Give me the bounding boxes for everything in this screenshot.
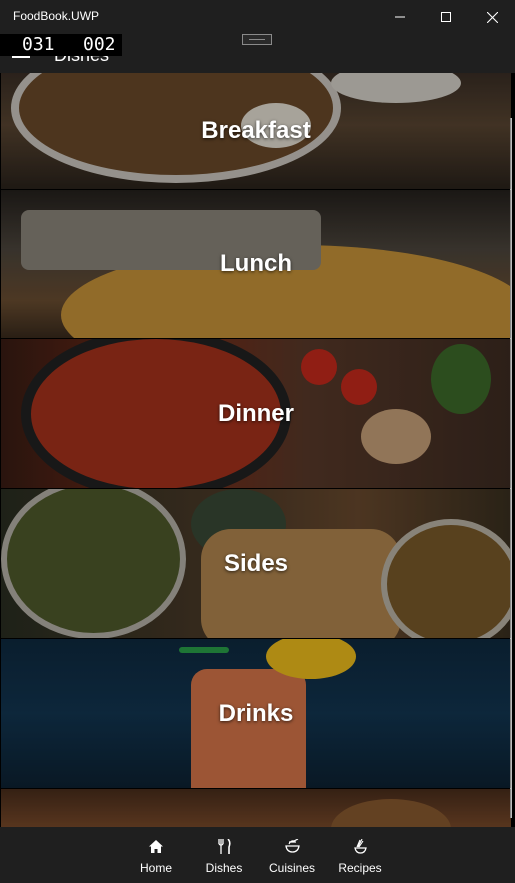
category-tile-sides[interactable]: Sides (1, 489, 511, 638)
close-icon (486, 11, 498, 23)
nav-label: Recipes (338, 861, 382, 875)
nav-item-recipes[interactable]: Recipes (337, 827, 383, 883)
nav-item-dishes[interactable]: Dishes (202, 827, 246, 883)
category-tile-drinks[interactable]: Drinks (1, 639, 511, 788)
nav-label: Home (139, 861, 172, 875)
category-label: Sides (223, 549, 289, 577)
minimize-icon (395, 16, 405, 18)
category-tile-next-partial[interactable] (1, 789, 511, 827)
category-label: Breakfast (201, 117, 311, 144)
category-label: Dinner (217, 399, 294, 427)
nav-item-home[interactable]: Home (134, 827, 178, 883)
nav-label: Cuisines (268, 861, 316, 875)
page-header: Dishes 031 002 (0, 34, 515, 73)
nav-label: Dishes (205, 861, 243, 875)
maximize-button[interactable] (423, 0, 469, 34)
home-icon (149, 838, 163, 854)
hamburger-menu-icon[interactable] (12, 56, 30, 58)
frame-counter-value-b: 002 (83, 34, 116, 55)
whisk-icon (353, 838, 367, 854)
category-label: Lunch (220, 250, 292, 277)
category-list: Breakfast Lunch Dinner Sides Drinks (0, 73, 515, 827)
maximize-icon (441, 12, 451, 22)
debug-toolbar-handle[interactable] (242, 34, 272, 45)
bowl-icon (284, 838, 300, 854)
bottom-navigation: Home Dishes Cuisines Recipes (0, 827, 515, 883)
frame-counter-value-a: 031 (22, 34, 55, 55)
category-tile-breakfast[interactable]: Breakfast (1, 73, 511, 189)
category-label: Drinks (218, 699, 294, 727)
window-titlebar: FoodBook.UWP (0, 0, 515, 34)
minimize-button[interactable] (377, 0, 423, 34)
category-tile-lunch[interactable]: Lunch (1, 190, 511, 338)
close-button[interactable] (469, 0, 515, 34)
category-tile-dinner[interactable]: Dinner (1, 339, 511, 488)
frame-rate-counter: 031 002 (0, 34, 122, 56)
fork-knife-icon (217, 838, 231, 854)
app-title: FoodBook.UWP (13, 9, 100, 23)
nav-item-cuisines[interactable]: Cuisines (267, 827, 317, 883)
